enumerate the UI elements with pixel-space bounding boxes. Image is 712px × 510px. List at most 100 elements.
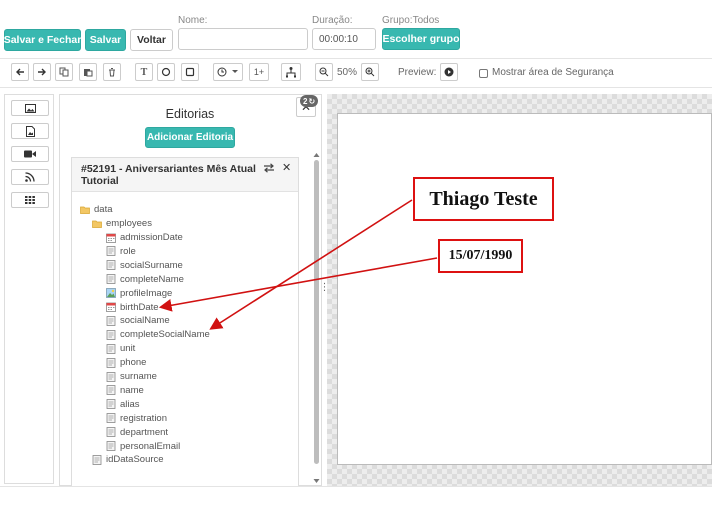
document-icon xyxy=(106,246,116,257)
save-and-close-button[interactable]: Salvar e Fechar xyxy=(4,29,81,51)
tree-item-label: idDataSource xyxy=(106,454,164,466)
document-icon xyxy=(106,315,116,326)
editoria-card: #52191 - Aniversariantes Mês Atual Tutor… xyxy=(71,157,299,487)
zoom-level: 50% xyxy=(337,67,358,78)
document-icon xyxy=(106,357,116,368)
document-icon xyxy=(92,454,102,465)
tree-item-label: role xyxy=(120,245,136,257)
save-button[interactable]: Salvar xyxy=(85,29,126,51)
tree-item-label: socialName xyxy=(120,315,170,327)
calendar-icon xyxy=(106,233,116,243)
add-editoria-button[interactable]: Adicionar Editoria xyxy=(145,127,235,148)
tree-folder-employees[interactable]: employees xyxy=(92,217,152,230)
image-icon[interactable] xyxy=(11,100,49,116)
document-icon xyxy=(106,441,116,451)
tree-folder-data[interactable]: data xyxy=(80,203,113,216)
remove-icon[interactable]: ✕ xyxy=(282,161,291,174)
tree-item-label: socialSurname xyxy=(120,259,183,271)
tree-item-label: name xyxy=(120,384,144,396)
editorias-panel: Editorias ✕ 2 ↻ Adicionar Editoria #52191… xyxy=(59,94,322,487)
swap-icon[interactable] xyxy=(263,163,275,175)
document-icon xyxy=(106,329,116,340)
tree-field-registration[interactable]: registration xyxy=(106,412,167,425)
tree-field-social-surname[interactable]: socialSurname xyxy=(106,259,183,272)
tree-field-admission-date[interactable]: admissionDate xyxy=(106,231,183,244)
caret-down-icon xyxy=(232,70,238,73)
group-label: Grupo:Todos xyxy=(382,15,440,26)
document-icon xyxy=(106,385,116,396)
hierarchy-icon[interactable] xyxy=(281,63,301,81)
rectangle-tool-icon[interactable] xyxy=(181,63,199,81)
element-sidebar xyxy=(4,94,54,484)
image-file-icon[interactable] xyxy=(11,123,49,139)
name-input[interactable] xyxy=(178,28,308,50)
tree-field-alias[interactable]: alias xyxy=(106,398,140,411)
document-icon xyxy=(106,260,116,271)
tree-item-label: surname xyxy=(120,371,157,382)
document-icon xyxy=(106,371,116,382)
tree-item-label: department xyxy=(120,426,169,438)
folder-icon xyxy=(80,206,90,214)
duration-input[interactable]: 00:00:10 xyxy=(312,28,376,50)
tree-field-surname[interactable]: surname xyxy=(106,370,157,383)
tree-field-profile-image[interactable]: profileImage xyxy=(106,287,172,300)
clock-dropdown[interactable] xyxy=(213,63,243,81)
text-tool-button[interactable]: T xyxy=(135,63,153,81)
arrow-right-icon[interactable] xyxy=(33,63,51,81)
back-button[interactable]: Voltar xyxy=(130,29,173,51)
paste-icon[interactable] xyxy=(79,63,97,81)
folder-icon xyxy=(92,220,102,228)
rss-feed-icon[interactable] xyxy=(11,169,49,185)
tree-field-birth-date[interactable]: birthDate xyxy=(106,301,159,314)
video-camera-icon[interactable] xyxy=(11,146,49,162)
trash-icon[interactable] xyxy=(103,63,121,81)
tree-item-label: alias xyxy=(120,398,140,410)
tree-item-label: personalEmail xyxy=(120,440,181,452)
play-preview-icon[interactable] xyxy=(440,63,458,81)
document-icon xyxy=(106,399,116,410)
tree-field-complete-name[interactable]: completeName xyxy=(106,273,184,286)
safety-area-checkbox[interactable] xyxy=(479,69,488,78)
tree-field-complete-social-name[interactable]: completeSocialName xyxy=(106,328,210,341)
preview-label: Preview: xyxy=(398,67,437,78)
divider xyxy=(0,87,712,88)
design-canvas[interactable] xyxy=(337,113,712,465)
document-icon xyxy=(106,413,116,424)
tree-field-department[interactable]: department xyxy=(106,426,168,439)
safety-area-label: Mostrar área de Segurança xyxy=(492,67,614,78)
date-text-element[interactable]: 15/07/1990 xyxy=(438,239,523,273)
tree-item-label: admissionDate xyxy=(120,232,183,243)
copy-icon[interactable] xyxy=(55,63,73,81)
tree-field-personal-email[interactable]: personalEmail xyxy=(106,440,180,453)
grid-icon[interactable] xyxy=(11,192,49,208)
counter-button[interactable]: 1+ xyxy=(249,63,269,81)
notification-badge: 2 ↻ xyxy=(300,95,319,107)
choose-group-button[interactable]: Escolher grupo xyxy=(382,28,460,50)
editor-toolbar: T 1+ 50% Preview: Mostrar área de Segura… xyxy=(0,59,712,87)
card-title: #52191 - Aniversariantes Mês Atual Tutor… xyxy=(81,163,256,187)
calendar-icon xyxy=(106,302,116,312)
circle-tool-icon[interactable] xyxy=(157,63,175,81)
top-bar: Salvar e Fechar Salvar Voltar Nome: Dura… xyxy=(0,0,712,58)
clock-icon xyxy=(217,67,227,77)
document-icon xyxy=(106,274,116,285)
tree-item-label: phone xyxy=(120,357,147,369)
panel-title: Editorias xyxy=(165,107,215,121)
tree-item-label: completeSocialName xyxy=(120,329,210,341)
tree-field-id-data-source[interactable]: idDataSource xyxy=(92,453,164,466)
tree-field-role[interactable]: role xyxy=(106,245,136,258)
tree-field-unit[interactable]: unit xyxy=(106,342,135,355)
tree-item-label: registration xyxy=(120,412,167,424)
tree-field-social-name[interactable]: socialName xyxy=(106,314,170,327)
zoom-in-icon[interactable] xyxy=(361,63,379,81)
name-text-element[interactable]: Thiago Teste xyxy=(413,177,554,221)
document-icon xyxy=(106,343,116,354)
tree-field-name[interactable]: name xyxy=(106,384,144,397)
panel-scrollbar[interactable] xyxy=(313,153,320,483)
tree-item-label: unit xyxy=(120,343,136,355)
tree-item-label: profileImage xyxy=(120,287,173,299)
tree-field-phone[interactable]: phone xyxy=(106,356,146,369)
zoom-out-icon[interactable] xyxy=(315,63,333,81)
arrow-left-icon[interactable] xyxy=(11,63,29,81)
document-icon xyxy=(106,427,116,437)
